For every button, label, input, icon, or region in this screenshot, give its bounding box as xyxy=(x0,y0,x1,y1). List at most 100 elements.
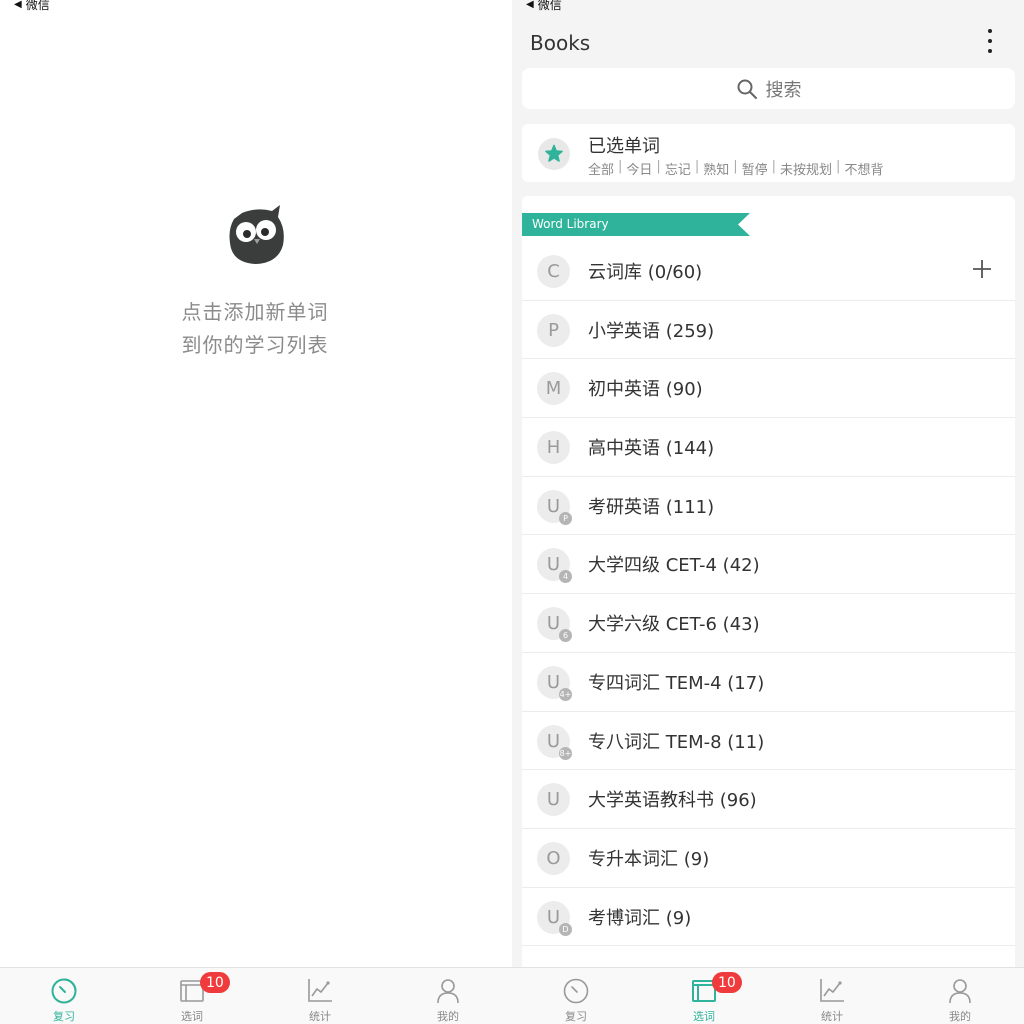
search-icon xyxy=(737,79,757,99)
review-screen: ◀ 微信 点击添加新单词 到你的学习列表 复习 10 选词 统计 我的 xyxy=(0,0,512,1024)
empty-line-1: 点击添加新单词 xyxy=(181,300,329,324)
divider: | xyxy=(836,159,841,174)
tab-mine[interactable]: 我的 xyxy=(896,968,1024,1024)
divider: | xyxy=(618,159,623,174)
empty-line-2: 到你的学习列表 xyxy=(181,333,329,357)
library-avatar: C xyxy=(537,255,570,288)
filter-unwanted[interactable]: 不想背 xyxy=(844,159,883,178)
stats-chart-icon xyxy=(820,979,844,1002)
selected-words-title: 已选单词 xyxy=(588,136,660,157)
owl-logo-icon xyxy=(229,205,284,264)
search-bar[interactable]: 搜索 xyxy=(522,68,1015,109)
library-avatar: M xyxy=(537,372,570,406)
library-sub-badge: 6 xyxy=(559,629,572,643)
tab-mine-label: 我的 xyxy=(949,1010,971,1023)
tab-review-label: 复习 xyxy=(565,1010,587,1023)
tab-select[interactable]: 10 选词 xyxy=(640,968,768,1024)
library-item[interactable]: U 4+ 专四词汇 TEM-4 (17) xyxy=(522,653,1015,712)
library-item[interactable]: UP 考研英语 (111) xyxy=(522,477,1015,536)
library-item[interactable]: P 小学英语 (259) xyxy=(522,301,1015,360)
filter-forgotten[interactable]: 忘记 xyxy=(665,159,691,178)
selected-words-filters: 全部 | 今日 | 忘记 | 熟知 | 暂停 | 未按规划 | 不想背 xyxy=(588,159,883,178)
screens: ◀ 微信 点击添加新单词 到你的学习列表 复习 10 选词 统计 我的 ◀ 微信… xyxy=(0,0,1024,1024)
tab-stats[interactable]: 统计 xyxy=(768,968,896,1024)
tab-select-label: 选词 xyxy=(181,1010,203,1023)
divider: | xyxy=(694,159,700,174)
word-library-label: Word Library xyxy=(532,217,609,231)
library-name: 大学六级 CET-6 (43) xyxy=(588,614,760,636)
library-item[interactable]: U6 大学六级 CET-6 (43) xyxy=(522,594,1015,653)
status-back-link[interactable]: ◀ 微信 xyxy=(526,0,562,13)
user-icon xyxy=(949,979,971,1004)
library-item[interactable]: U4 大学四级 CET-4 (42) xyxy=(522,535,1015,595)
more-options-button[interactable] xyxy=(984,28,996,54)
library-sub-badge: 4+ xyxy=(559,687,572,701)
divider: | xyxy=(733,159,738,174)
library-avatar: P xyxy=(537,313,570,347)
tab-select-label: 选词 xyxy=(693,1010,715,1023)
library-item[interactable]: H 高中英语 (144) xyxy=(522,418,1015,477)
tab-review[interactable]: 复习 xyxy=(512,968,640,1024)
more-dot-icon xyxy=(988,29,992,33)
filter-today[interactable]: 今日 xyxy=(626,159,652,178)
library-item[interactable]: U 8+ 专八词汇 TEM-8 (11) xyxy=(522,712,1015,771)
library-item[interactable]: O 专升本词汇 (9) xyxy=(522,829,1015,888)
tab-mine-label: 我的 xyxy=(437,1010,459,1023)
select-count-badge: 10 xyxy=(200,972,230,993)
library-name: 大学英语教科书 (96) xyxy=(588,790,757,812)
tab-select[interactable]: 10 选词 xyxy=(128,968,256,1024)
filter-paused[interactable]: 暂停 xyxy=(742,159,768,178)
filter-all[interactable]: 全部 xyxy=(588,159,614,178)
library-sub-badge: P xyxy=(559,511,572,525)
library-avatar: O xyxy=(537,841,570,875)
library-item[interactable]: UD 考博词汇 (9) xyxy=(522,888,1015,947)
filter-known[interactable]: 熟知 xyxy=(703,159,729,178)
tab-stats-label: 统计 xyxy=(821,1010,843,1023)
tab-stats[interactable]: 统计 xyxy=(256,968,384,1024)
search-placeholder: 搜索 xyxy=(765,79,802,101)
books-screen: ◀ 微信 Books 搜索 已选单词 全部 | 今日 | 忘记 | 熟知 | 暂… xyxy=(512,0,1024,1024)
divider: | xyxy=(771,159,777,174)
library-name: 考研英语 (111) xyxy=(588,496,715,518)
library-avatar: U 8+ xyxy=(537,724,572,760)
tab-review-label: 复习 xyxy=(53,1010,75,1023)
library-sub-badge: 4 xyxy=(559,570,572,584)
tab-bar: 复习 10 选词 统计 我的 xyxy=(512,967,1024,1024)
review-timer-icon xyxy=(51,978,77,1004)
select-count-badge: 10 xyxy=(712,972,742,993)
back-label: 微信 xyxy=(25,0,50,12)
library-name: 初中英语 (90) xyxy=(588,379,703,401)
stats-chart-icon xyxy=(308,979,332,1002)
review-timer-icon xyxy=(563,978,589,1004)
tab-review[interactable]: 复习 xyxy=(0,968,128,1024)
divider: | xyxy=(656,159,661,174)
star-icon xyxy=(538,138,570,170)
library-avatar: U4 xyxy=(537,548,572,584)
back-arrow-icon: ◀ xyxy=(14,0,22,10)
library-name: 云词库 (0/60) xyxy=(588,262,703,283)
library-sub-badge: D xyxy=(559,922,572,936)
library-avatar: UP xyxy=(537,489,572,525)
library-item[interactable]: M 初中英语 (90) xyxy=(522,359,1015,419)
library-name: 考博词汇 (9) xyxy=(588,907,692,929)
tab-stats-label: 统计 xyxy=(309,1010,331,1023)
filter-unplanned[interactable]: 未按规划 xyxy=(780,159,832,178)
library-name: 高中英语 (144) xyxy=(588,438,715,460)
library-avatar: UD xyxy=(537,900,572,936)
library-name: 专升本词汇 (9) xyxy=(588,848,710,870)
word-library-card: Word Library C 云词库 (0/60) P 小学英语 (259) M… xyxy=(522,196,1015,996)
back-label: 微信 xyxy=(537,0,562,12)
page-title: Books xyxy=(530,31,591,55)
back-arrow-icon: ◀ xyxy=(526,0,534,10)
tab-bar: 复习 10 选词 统计 我的 xyxy=(0,967,512,1024)
user-icon xyxy=(437,979,459,1004)
selected-words-card[interactable]: 已选单词 全部 | 今日 | 忘记 | 熟知 | 暂停 | 未按规划 | 不想背 xyxy=(522,124,1015,182)
library-avatar: U 4+ xyxy=(537,665,572,701)
library-item[interactable]: C 云词库 (0/60) xyxy=(522,242,1015,301)
tab-mine[interactable]: 我的 xyxy=(384,968,512,1024)
library-item[interactable]: U 大学英语教科书 (96) xyxy=(522,770,1015,829)
library-name: 小学英语 (259) xyxy=(588,320,715,342)
status-back-link[interactable]: ◀ 微信 xyxy=(14,0,50,13)
library-list: C 云词库 (0/60) P 小学英语 (259) M 初中英语 (90) H … xyxy=(522,242,1015,947)
library-name: 大学四级 CET-4 (42) xyxy=(588,555,760,577)
